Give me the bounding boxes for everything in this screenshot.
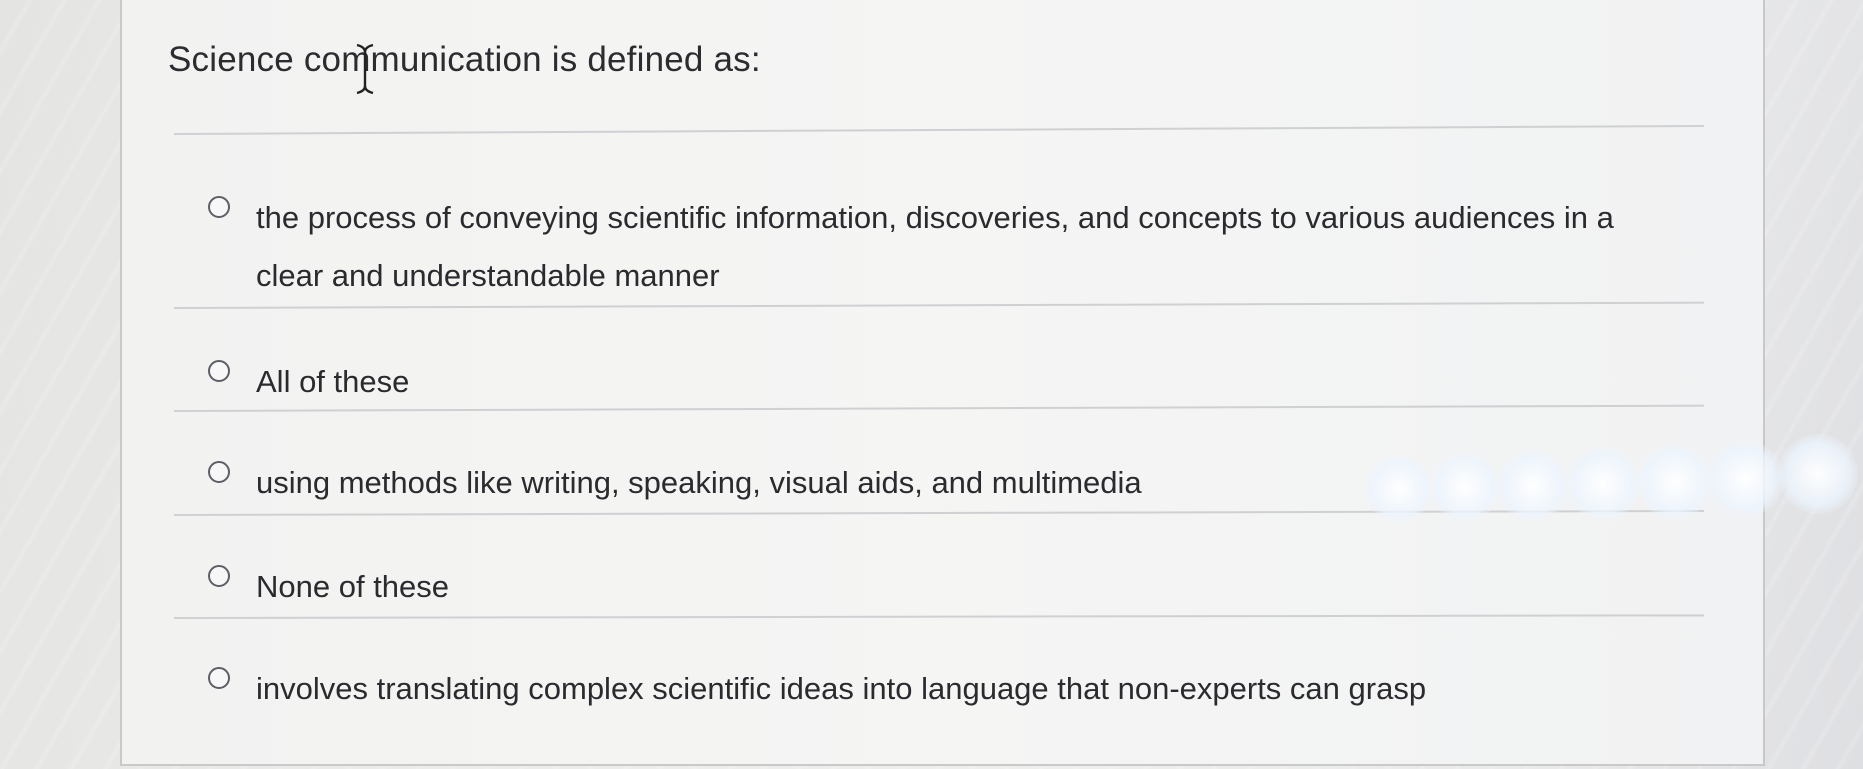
question-divider (173, 124, 1704, 135)
radio-button-3[interactable] (208, 461, 230, 483)
option-label-2[interactable]: All of these (256, 353, 1616, 411)
radio-button-4[interactable] (208, 565, 230, 587)
option-label-4[interactable]: None of these (256, 558, 1616, 616)
option-label-5[interactable]: involves translating complex scientific … (256, 660, 1616, 718)
text-cursor-icon (356, 43, 374, 95)
screen-glare (1778, 434, 1858, 514)
option-label-1[interactable]: the process of conveying scientific info… (256, 189, 1616, 305)
question-text: Science communication is defined as: (168, 40, 761, 79)
radio-button-2[interactable] (208, 360, 230, 382)
option-label-3[interactable]: using methods like writing, speaking, vi… (256, 454, 1616, 512)
question-card: Science communication is defined as: the… (120, 0, 1765, 766)
radio-button-1[interactable] (208, 196, 230, 218)
radio-button-5[interactable] (208, 667, 230, 689)
